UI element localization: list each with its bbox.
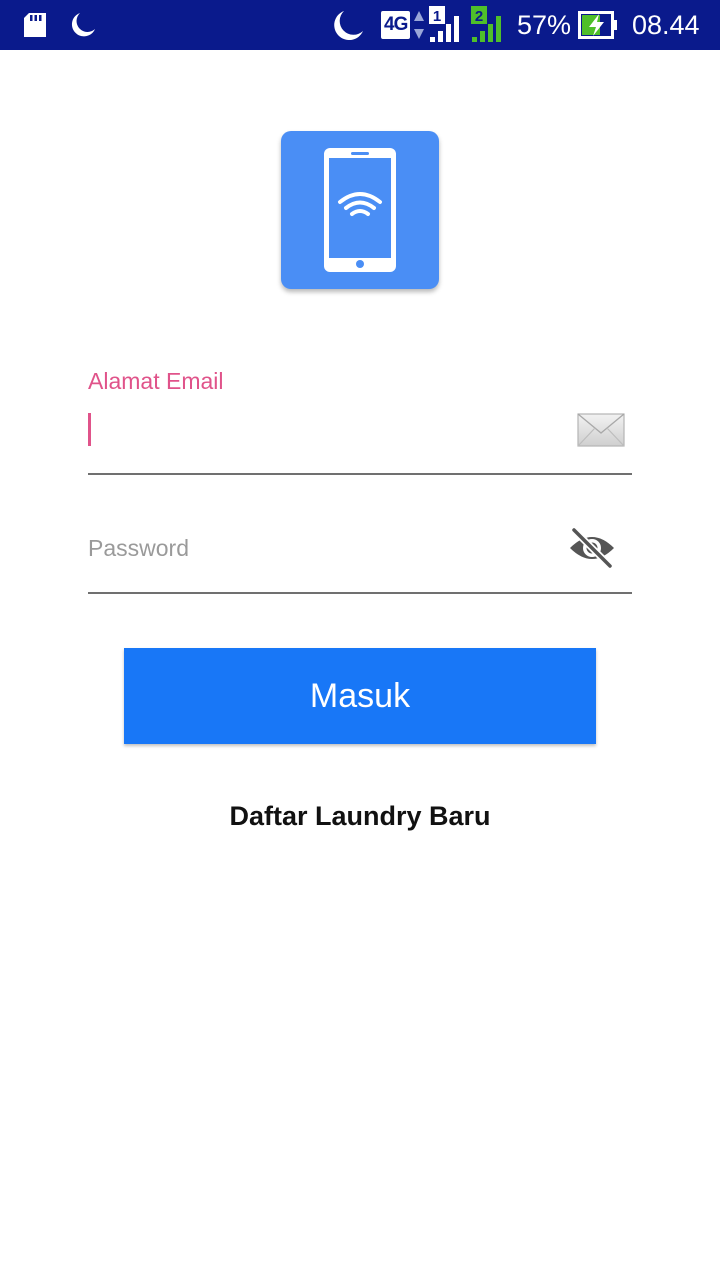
app-logo [281, 131, 439, 289]
text-caret [88, 413, 91, 446]
battery-charging-icon [578, 11, 617, 39]
phone-wifi-icon [324, 148, 396, 272]
password-input[interactable] [88, 528, 558, 568]
battery-percent: 57% [517, 10, 572, 40]
sim1-label: 1 [433, 8, 441, 25]
data-arrows-icon [414, 11, 424, 39]
clock: 08.44 [632, 10, 700, 40]
status-bar: 4G 1 2 57% 08.44 [0, 0, 720, 50]
register-laundry-link[interactable]: Daftar Laundry Baru [0, 801, 720, 832]
email-field[interactable] [88, 405, 632, 475]
login-button[interactable]: Masuk [124, 648, 596, 744]
eye-off-icon[interactable] [568, 528, 616, 568]
sim2-signal-icon: 2 [471, 6, 501, 42]
password-field[interactable] [88, 520, 632, 594]
sim2-label: 2 [475, 8, 483, 25]
moon-icon [71, 13, 95, 37]
sd-card-icon [24, 13, 46, 37]
do-not-disturb-moon-icon [334, 11, 363, 41]
network-type-badge: 4G [381, 11, 411, 39]
sim1-signal-icon: 1 [429, 6, 459, 42]
mail-icon [577, 413, 625, 447]
email-label: Alamat Email [88, 368, 224, 394]
email-input[interactable] [88, 405, 568, 455]
